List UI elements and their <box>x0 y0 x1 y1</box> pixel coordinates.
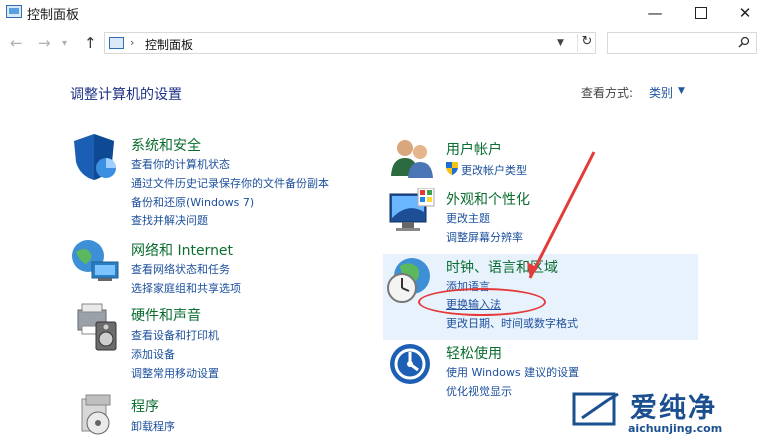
watermark-logo-icon <box>572 392 619 426</box>
annotation-ellipse <box>418 288 546 316</box>
watermark: 爱纯净 aichunjing.com <box>566 386 762 438</box>
watermark-url: aichunjing.com <box>628 422 723 435</box>
annotation-arrow <box>527 151 596 279</box>
watermark-text: 爱纯净 <box>630 393 717 424</box>
